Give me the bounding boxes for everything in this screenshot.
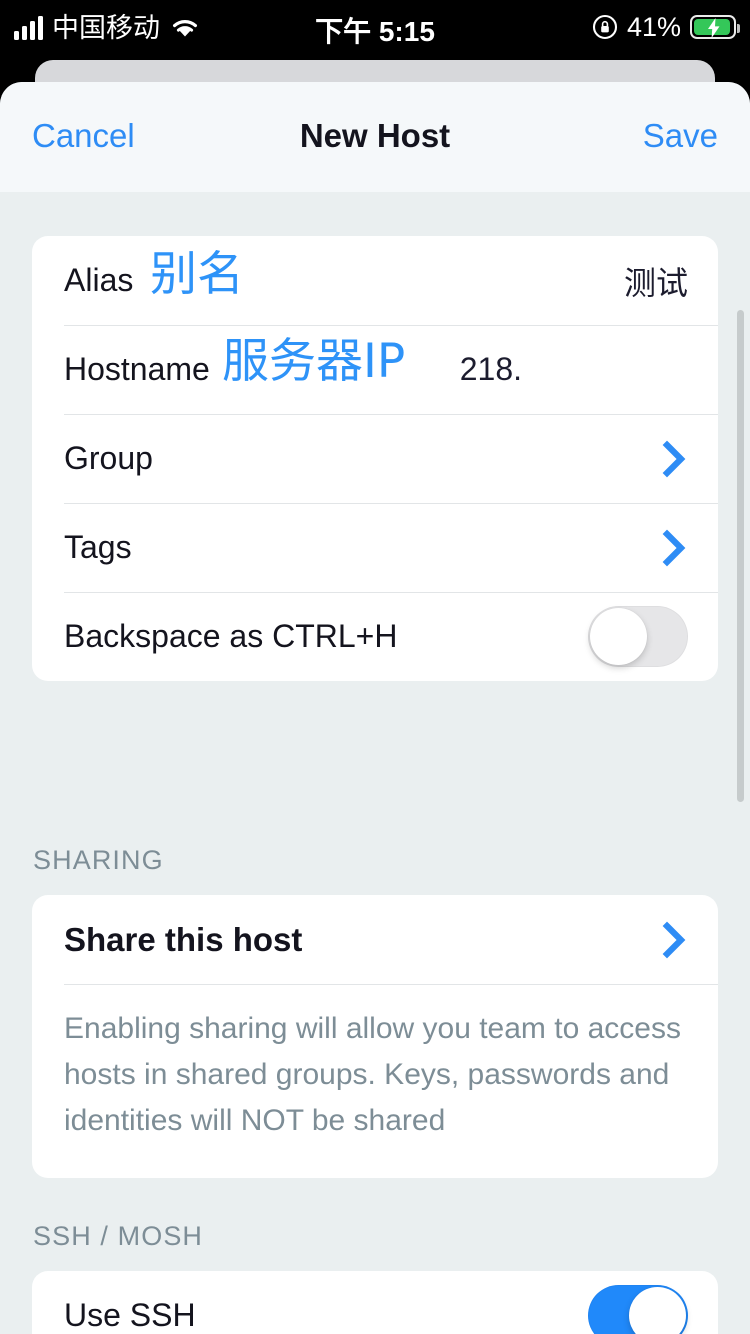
sharing-card: Share this host Enabling sharing will al…	[32, 895, 718, 1178]
status-bar: 中国移动 下午 5:15 41%	[0, 0, 750, 58]
page-title: New Host	[299, 117, 451, 154]
row-tags[interactable]: Tags	[32, 503, 718, 592]
general-settings-card: Alias 测试 Hostname 218. Group Tags Backsp…	[32, 236, 718, 681]
vertical-scrollbar[interactable]	[737, 310, 744, 802]
backspace-ctrl-h-toggle[interactable]	[588, 606, 688, 667]
row-share-this-host[interactable]: Share this host	[32, 895, 718, 984]
row-group[interactable]: Group	[32, 414, 718, 503]
hostname-label: Hostname	[64, 351, 210, 387]
use-ssh-toggle[interactable]	[588, 1285, 688, 1334]
status-bar-right: 41%	[592, 9, 740, 45]
sharing-note-text: Enabling sharing will allow you team to …	[64, 1012, 681, 1137]
chevron-right-icon	[662, 528, 688, 568]
ssh-mosh-section-header: SSH / MOSH	[33, 1221, 204, 1251]
iphone-screen: 中国移动 下午 5:15 41% Cancel New Host Save Al…	[0, 0, 750, 1334]
save-button[interactable]: Save	[643, 114, 718, 158]
row-hostname[interactable]: Hostname 218.	[32, 325, 718, 414]
hostname-redaction-blur	[522, 349, 688, 391]
share-this-host-label: Share this host	[64, 920, 303, 958]
rotation-lock-icon	[592, 14, 618, 40]
hostname-value-text: 218.	[459, 351, 522, 387]
tags-label: Tags	[64, 529, 132, 565]
settings-scroll-area[interactable]: Alias 测试 Hostname 218. Group Tags Backsp…	[0, 192, 750, 1334]
sheet-header: Cancel New Host Save	[0, 82, 750, 192]
use-ssh-label: Use SSH	[64, 1297, 196, 1333]
row-backspace-ctrl-h[interactable]: Backspace as CTRL+H	[32, 592, 718, 681]
alias-value[interactable]: 测试	[624, 258, 688, 304]
hostname-value[interactable]: 218.	[460, 349, 688, 391]
group-label: Group	[64, 440, 153, 476]
new-host-modal-sheet: Cancel New Host Save Alias 测试 Hostname 2…	[0, 82, 750, 1334]
sharing-section-header: SHARING	[33, 845, 164, 875]
chevron-right-icon	[662, 439, 688, 479]
backspace-ctrl-h-label: Backspace as CTRL+H	[64, 618, 398, 654]
row-alias[interactable]: Alias 测试	[32, 236, 718, 325]
alias-label: Alias	[64, 262, 134, 298]
chevron-right-icon	[662, 920, 688, 960]
battery-percent-label: 41%	[626, 11, 681, 42]
ssh-mosh-card: Use SSH Use Mosh	[32, 1271, 718, 1334]
row-use-ssh[interactable]: Use SSH	[32, 1271, 718, 1334]
battery-charging-icon	[690, 15, 740, 39]
